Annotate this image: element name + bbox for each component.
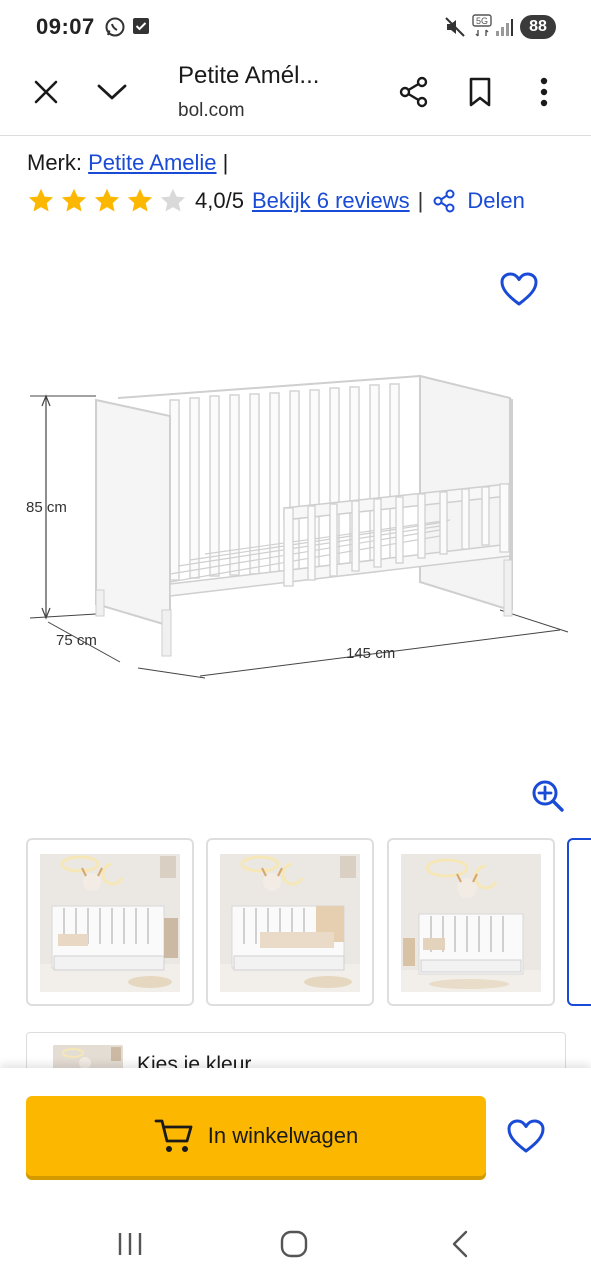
star-filled-icon <box>127 188 153 212</box>
thumbnail-4-partial[interactable] <box>567 838 591 1006</box>
zoom-in-icon <box>532 780 564 812</box>
heart-icon <box>507 1119 545 1153</box>
thumbnail-1[interactable] <box>26 838 194 1006</box>
more-options-button[interactable] <box>522 70 566 114</box>
share-product-link[interactable]: Delen <box>431 188 525 214</box>
thumbnail-image <box>40 854 180 992</box>
thumbnail-2[interactable] <box>206 838 374 1006</box>
whatsapp-icon <box>104 16 126 43</box>
back-chevron-icon <box>452 1230 468 1258</box>
cart-icon <box>154 1119 193 1152</box>
share-icon <box>433 189 455 213</box>
add-to-cart-label: In winkelwagen <box>207 1123 359 1148</box>
brand-label: Merk: <box>27 150 82 175</box>
page-title: Petite Amél... <box>178 62 320 89</box>
rating-separator: | <box>417 188 424 213</box>
minimize-button[interactable] <box>90 70 134 114</box>
crib-illustration: 85 cm 75 cm 145 cm <box>26 374 569 679</box>
heart-icon <box>500 272 538 306</box>
checkbox-notification-icon <box>132 16 150 41</box>
reviews-link[interactable]: Bekijk 6 reviews <box>252 188 410 214</box>
add-to-cart-button[interactable]: In winkelwagen <box>26 1096 486 1176</box>
mute-icon <box>444 16 466 43</box>
home-icon <box>280 1230 308 1258</box>
share-button[interactable] <box>392 70 436 114</box>
bookmark-button[interactable] <box>458 70 502 114</box>
rating-line: 4,0/5 Bekijk 6 reviews | Delen <box>27 186 525 216</box>
sticky-buy-bar: In winkelwagen <box>0 1068 591 1210</box>
page: 09:07 5G 88 Petite Amél... bol.com Merk:… <box>0 0 591 1280</box>
clock: 09:07 <box>36 14 95 39</box>
star-filled-icon <box>94 188 120 212</box>
svg-text:5G: 5G <box>476 16 488 26</box>
brand-separator: | <box>222 150 229 175</box>
system-navigation-bar <box>0 1210 591 1280</box>
home-button[interactable] <box>270 1224 318 1264</box>
recent-apps-icon <box>118 1233 142 1255</box>
wishlist-button[interactable] <box>496 266 542 312</box>
thumbnail-strip <box>26 838 591 1006</box>
status-bar: 09:07 5G 88 <box>0 0 591 56</box>
close-icon <box>34 80 58 104</box>
zoom-button[interactable] <box>528 776 568 816</box>
back-button[interactable] <box>436 1224 484 1264</box>
share-label: Delen <box>467 188 525 213</box>
thumbnail-image <box>220 854 360 992</box>
thumbnail-3[interactable] <box>387 838 555 1006</box>
depth-label: 75 cm <box>56 632 97 649</box>
height-label: 85 cm <box>26 499 67 516</box>
wishlist-bottom-button[interactable] <box>502 1112 550 1160</box>
brand-link[interactable]: Petite Amelie <box>88 150 216 175</box>
close-tab-button[interactable] <box>24 70 68 114</box>
thumbnail-image <box>401 854 541 992</box>
star-rating <box>27 187 187 215</box>
more-vertical-icon <box>540 77 548 107</box>
width-label: 145 cm <box>346 645 395 662</box>
signal-icon <box>494 16 514 43</box>
page-url: bol.com <box>178 100 245 121</box>
rating-value: 4,0/5 <box>195 188 244 213</box>
product-main-image[interactable]: 85 cm 75 cm 145 cm <box>20 360 570 690</box>
star-empty-icon <box>160 188 186 212</box>
bookmark-icon <box>469 77 491 107</box>
recent-apps-button[interactable] <box>106 1224 154 1264</box>
brand-line: Merk: Petite Amelie | <box>27 150 228 176</box>
chevron-down-icon <box>97 84 127 100</box>
star-filled-icon <box>61 188 87 212</box>
network-5g-icon: 5G <box>472 14 492 43</box>
browser-toolbar: Petite Amél... bol.com <box>0 56 591 136</box>
share-icon <box>399 76 428 108</box>
battery-indicator: 88 <box>520 15 556 39</box>
star-filled-icon <box>28 188 54 212</box>
